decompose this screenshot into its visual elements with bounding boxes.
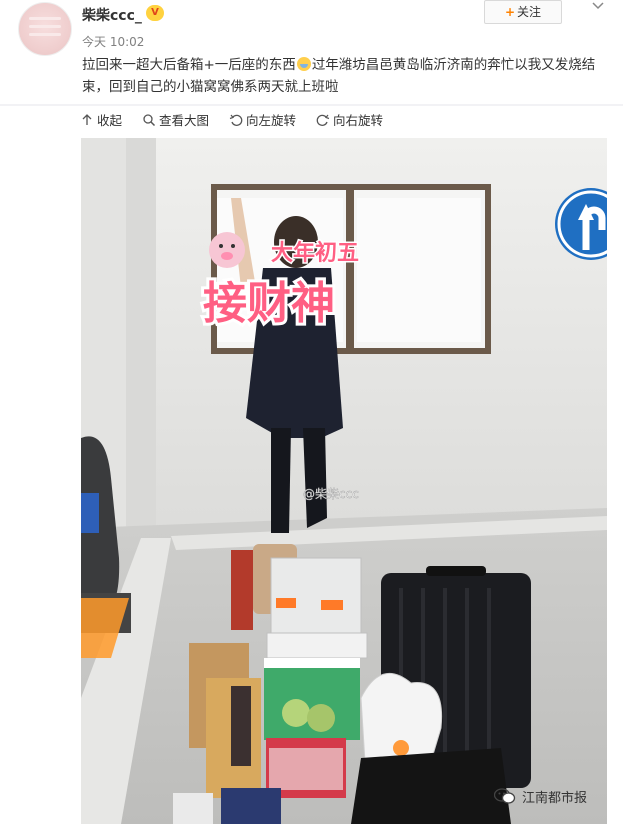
rotate-right-button[interactable]: 向右旋转	[316, 110, 383, 129]
weibo-watermark: @柴柴ccc	[303, 487, 359, 501]
collapse-button[interactable]: 收起	[80, 110, 122, 129]
search-icon	[143, 113, 156, 126]
rotate-right-icon	[316, 114, 330, 126]
wechat-icon	[494, 788, 516, 804]
divider	[0, 104, 623, 106]
photo-illustration: 大年初五 接财神 @柴柴ccc	[81, 138, 607, 824]
sweat-emoji-icon	[296, 57, 311, 71]
view-large-label: 查看大图	[159, 113, 210, 128]
vip-badge-icon[interactable]: V	[146, 5, 164, 21]
username[interactable]: 柴柴ccc_	[82, 5, 142, 25]
follow-button-label: 关注	[517, 5, 542, 19]
rotate-left-button[interactable]: 向左旋转	[229, 110, 296, 129]
view-large-image-button[interactable]: 查看大图	[142, 110, 209, 129]
source-watermark-text: 江南都市报	[522, 790, 588, 806]
rotate-left-label: 向左旋转	[246, 113, 297, 128]
avatar[interactable]	[18, 2, 72, 56]
source-watermark: 江南都市报	[494, 785, 614, 807]
collapse-arrow-icon	[82, 113, 92, 125]
post-text-part-1: 拉回来一超大后备箱+一后座的东西	[82, 57, 296, 73]
post-timestamp[interactable]: 今天 10:02	[82, 33, 144, 50]
post-text: 拉回来一超大后备箱+一后座的东西 过年潍坊昌邑黄岛临沂济南的奔忙以我又发烧结束，回…	[82, 54, 612, 98]
sticker-big-text: 接财神	[203, 278, 335, 329]
follow-button[interactable]: + 关注	[484, 0, 562, 24]
post-header: 柴柴ccc_ V 今天 10:02 + 关注 拉回来一超大后备箱+一后座的东西 过年…	[0, 0, 623, 104]
rotate-right-label: 向右旋转	[333, 113, 384, 128]
collapse-label: 收起	[97, 113, 123, 128]
post-photo[interactable]: 大年初五 接财神 @柴柴ccc	[81, 138, 607, 824]
rotate-left-icon	[229, 114, 243, 126]
plus-icon: +	[504, 5, 516, 19]
sticker-small-text: 大年初五	[271, 240, 359, 266]
more-options-chevron-icon[interactable]	[592, 0, 604, 14]
